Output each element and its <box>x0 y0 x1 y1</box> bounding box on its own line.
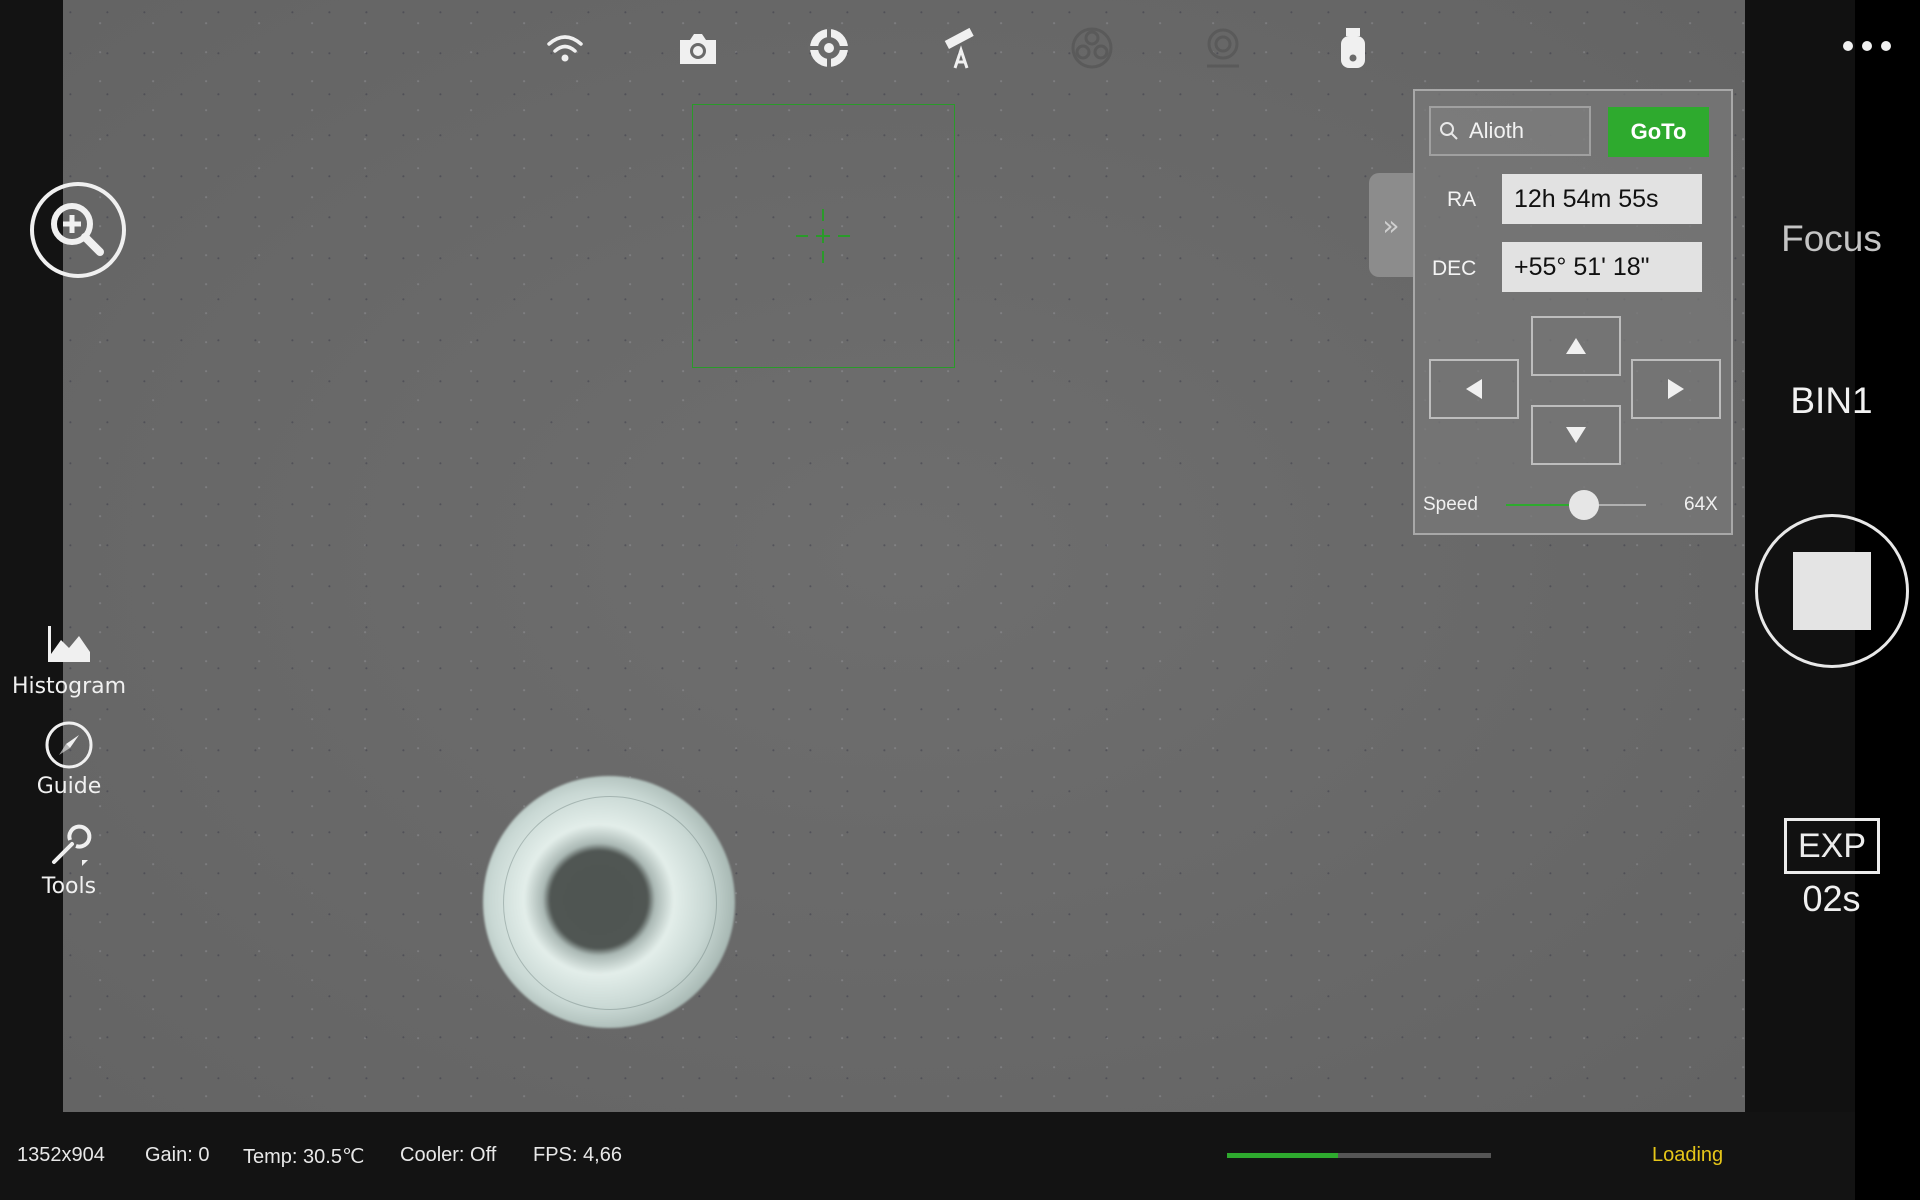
focuser-icon <box>1195 22 1251 74</box>
speed-value: 64X <box>1684 494 1718 515</box>
search-icon <box>1440 122 1458 140</box>
wrench-icon <box>52 824 92 866</box>
object-search-input[interactable] <box>1467 117 1581 145</box>
compass-navigation-icon <box>45 721 93 769</box>
camera-icon[interactable] <box>670 22 726 74</box>
triangle-right-icon <box>1668 379 1684 399</box>
guide-label: Guide <box>36 774 102 799</box>
guide-button[interactable]: Guide <box>0 720 138 799</box>
more-options-icon[interactable] <box>1840 36 1894 56</box>
focus-crosshair-icon <box>796 209 850 263</box>
ra-label: RA <box>1447 188 1477 211</box>
dec-label: DEC <box>1432 257 1477 280</box>
speed-slider[interactable] <box>1506 490 1646 520</box>
usb-drive-icon[interactable] <box>1325 22 1381 74</box>
histogram-button[interactable]: Histogram <box>0 620 138 699</box>
stop-icon <box>1793 552 1871 630</box>
move-west-button[interactable] <box>1429 359 1519 419</box>
move-south-button[interactable] <box>1531 405 1621 465</box>
ra-field[interactable]: 12h 54m 55s <box>1502 174 1702 224</box>
exposure-value: 02s <box>1802 878 1861 919</box>
histogram-icon <box>48 626 90 662</box>
gain-readout: Gain: 0 <box>145 1144 210 1166</box>
exposure-button[interactable]: EXP <box>1784 818 1880 874</box>
double-chevron-right-icon: » <box>1382 208 1400 242</box>
triangle-left-icon <box>1466 379 1482 399</box>
collapse-panel-tab[interactable]: » <box>1369 173 1413 277</box>
binning-button[interactable]: BIN1 <box>1745 380 1918 422</box>
speed-label: Speed <box>1423 494 1478 515</box>
tools-button[interactable]: Tools <box>0 820 138 899</box>
loading-progress-fill <box>1227 1153 1338 1158</box>
temperature-readout: Temp: 30.5℃ <box>243 1146 365 1168</box>
triangle-up-icon <box>1566 338 1586 354</box>
move-east-button[interactable] <box>1631 359 1721 419</box>
goto-button[interactable]: GoTo <box>1608 107 1709 157</box>
cooler-readout: Cooler: Off <box>400 1144 497 1166</box>
left-sidebar <box>0 0 63 1112</box>
resolution-readout: 1352x904 <box>17 1144 105 1166</box>
move-north-button[interactable] <box>1531 316 1621 376</box>
tools-label: Tools <box>41 874 97 899</box>
dec-field[interactable]: +55° 51' 18" <box>1502 242 1702 292</box>
zoom-in-icon[interactable] <box>28 180 128 280</box>
loading-progress-bar <box>1227 1153 1491 1158</box>
filter-wheel-icon <box>1064 22 1120 74</box>
loading-status: Loading <box>1652 1144 1724 1166</box>
crosshair-target-icon[interactable] <box>801 22 857 74</box>
wifi-icon[interactable] <box>537 22 593 74</box>
histogram-label: Histogram <box>11 674 127 699</box>
defocused-star-ring <box>503 796 717 1010</box>
object-search-box[interactable] <box>1429 106 1591 156</box>
focus-mode-button[interactable]: Focus <box>1745 218 1918 260</box>
triangle-down-icon <box>1566 427 1586 443</box>
fps-readout: FPS: 4,66 <box>533 1144 622 1166</box>
telescope-mount-icon[interactable] <box>933 22 989 74</box>
capture-stop-button[interactable] <box>1755 514 1909 668</box>
